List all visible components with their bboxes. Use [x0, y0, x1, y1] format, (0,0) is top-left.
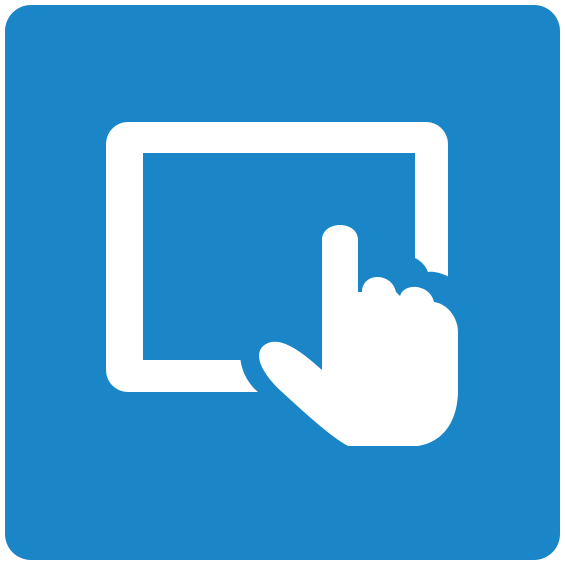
tablet-touch-icon: [106, 122, 470, 462]
tablet-touch-app-icon[interactable]: [0, 0, 565, 565]
